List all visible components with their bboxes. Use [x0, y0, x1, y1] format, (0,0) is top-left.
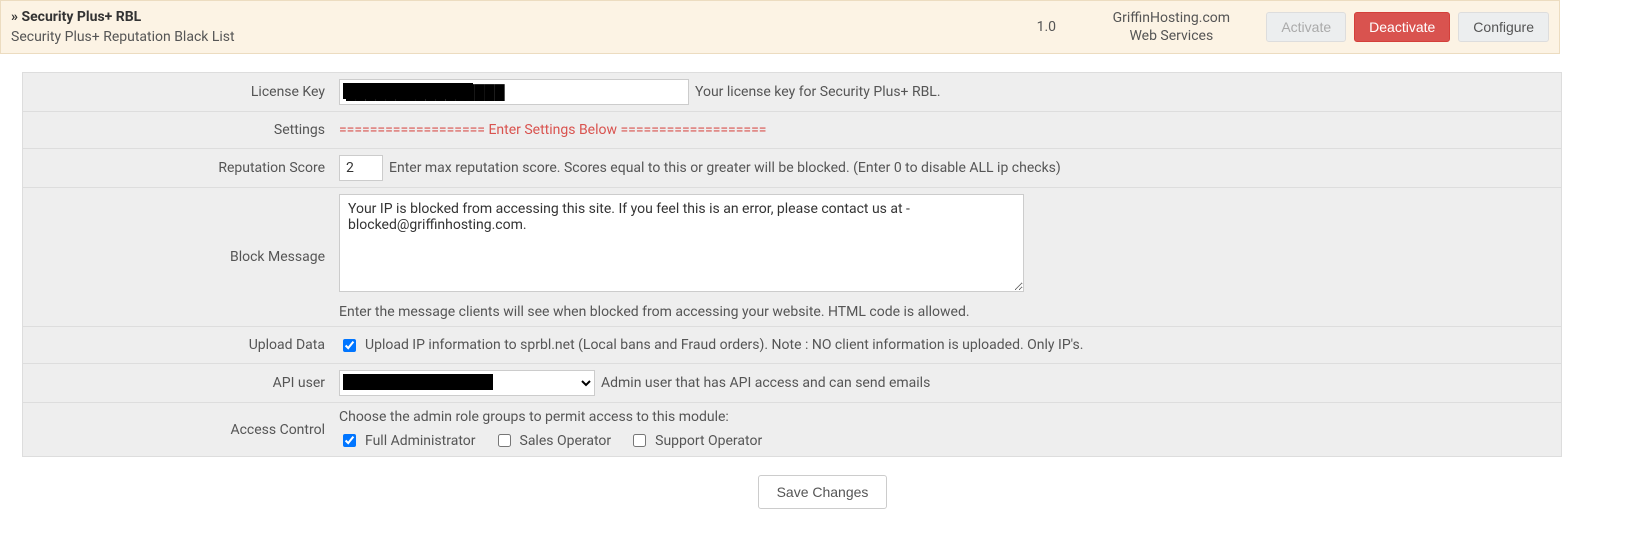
role-sales-operator-label: Sales Operator: [520, 433, 612, 449]
upload-data-checkbox[interactable]: [343, 339, 356, 352]
row-block-message: Block Message Enter the message clients …: [23, 188, 1561, 327]
role-full-administrator-label: Full Administrator: [365, 433, 476, 449]
label-settings: Settings: [23, 112, 333, 148]
help-block-message: Enter the message clients will see when …: [339, 304, 1555, 320]
configure-button[interactable]: Configure: [1458, 12, 1549, 42]
help-license-key: Your license key for Security Plus+ RBL.: [695, 84, 941, 100]
block-message-textarea[interactable]: [339, 194, 1024, 292]
license-key-input[interactable]: [339, 79, 689, 105]
access-control-roles: Full Administrator Sales Operator Suppor…: [339, 431, 762, 450]
field-reputation-score: Enter max reputation score. Scores equal…: [333, 149, 1561, 187]
module-subtitle: Security Plus+ Reputation Black List: [11, 29, 1006, 45]
module-title-block: » Security Plus+ RBL Security Plus+ Repu…: [11, 9, 1006, 45]
access-control-intro: Choose the admin role groups to permit a…: [339, 409, 729, 425]
role-full-administrator[interactable]: Full Administrator: [339, 431, 476, 450]
deactivate-button[interactable]: Deactivate: [1354, 12, 1450, 42]
api-user-select[interactable]: [339, 370, 595, 396]
field-access-control: Choose the admin role groups to permit a…: [333, 403, 1561, 456]
label-access-control: Access Control: [23, 412, 333, 448]
module-header: » Security Plus+ RBL Security Plus+ Repu…: [0, 0, 1560, 54]
label-upload-data: Upload Data: [23, 327, 333, 363]
module-version: 1.0: [1006, 19, 1086, 35]
row-access-control: Access Control Choose the admin role gro…: [23, 403, 1561, 456]
breadcrumb-prefix: »: [11, 9, 21, 25]
module-actions: Activate Deactivate Configure: [1256, 12, 1549, 42]
vendor-line2: Web Services: [1086, 27, 1256, 45]
activate-button[interactable]: Activate: [1266, 12, 1346, 42]
role-full-administrator-checkbox[interactable]: [343, 434, 356, 447]
field-api-user: Admin user that has API access and can s…: [333, 364, 1561, 402]
help-reputation-score: Enter max reputation score. Scores equal…: [389, 160, 1061, 176]
vendor-line1: GriffinHosting.com: [1086, 9, 1256, 27]
role-sales-operator[interactable]: Sales Operator: [494, 431, 612, 450]
field-block-message: Enter the message clients will see when …: [333, 188, 1561, 326]
save-row: Save Changes: [0, 457, 1645, 533]
row-license-key: License Key Your license key for Securit…: [23, 73, 1561, 112]
role-support-operator-label: Support Operator: [655, 433, 762, 449]
upload-data-text: Upload IP information to sprbl.net (Loca…: [365, 337, 1083, 353]
help-api-user: Admin user that has API access and can s…: [601, 375, 930, 391]
settings-panel: License Key Your license key for Securit…: [22, 72, 1562, 457]
field-upload-data: Upload IP information to sprbl.net (Loca…: [333, 327, 1561, 363]
role-support-operator-checkbox[interactable]: [633, 434, 646, 447]
module-vendor: GriffinHosting.com Web Services: [1086, 9, 1256, 45]
role-sales-operator-checkbox[interactable]: [498, 434, 511, 447]
settings-divider-text: =================== Enter Settings Below…: [339, 122, 766, 138]
row-settings-divider: Settings =================== Enter Setti…: [23, 112, 1561, 149]
upload-data-checkbox-wrapper[interactable]: Upload IP information to sprbl.net (Loca…: [339, 336, 1083, 355]
save-changes-button[interactable]: Save Changes: [758, 475, 888, 509]
row-reputation-score: Reputation Score Enter max reputation sc…: [23, 149, 1561, 188]
reputation-score-input[interactable]: [339, 155, 383, 181]
module-name: Security Plus+ RBL: [21, 9, 141, 25]
role-support-operator[interactable]: Support Operator: [629, 431, 762, 450]
module-title: » Security Plus+ RBL: [11, 9, 1006, 25]
label-license-key: License Key: [23, 74, 333, 110]
row-upload-data: Upload Data Upload IP information to spr…: [23, 327, 1561, 364]
field-settings-divider: =================== Enter Settings Below…: [333, 112, 1561, 148]
row-api-user: API user Admin user that has API access …: [23, 364, 1561, 403]
label-api-user: API user: [23, 365, 333, 401]
label-block-message: Block Message: [23, 239, 333, 275]
label-reputation-score: Reputation Score: [23, 150, 333, 186]
field-license-key: Your license key for Security Plus+ RBL.: [333, 73, 1561, 111]
